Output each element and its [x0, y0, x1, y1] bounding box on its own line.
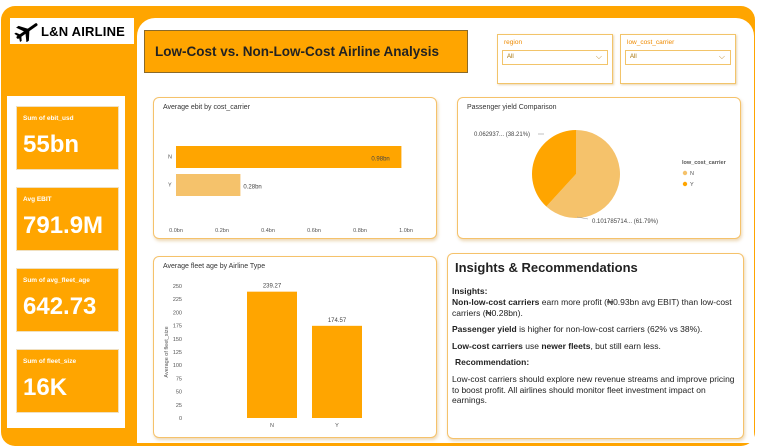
page-title: Low-Cost vs. Non-Low-Cost Airline Analys…: [155, 44, 440, 59]
kpi-card-fleet-age[interactable]: Sum of avg_fleet_age 642.73: [16, 268, 119, 332]
logo-text: L&N AIRLINE: [41, 23, 126, 39]
insight-bold: Non-low-cost carriers: [452, 296, 540, 307]
kpi-column: Sum of ebit_usd 55bn Avg EBIT 791.9M Sum…: [7, 96, 125, 428]
ebit-chart: N 0.98bn Y 0.28bn 0.0bn 0.2bn 0.4bn 0.6bn 0.8bn 1…: [168, 146, 413, 234]
insight-yield: Passenger yield is higher for non-low-co…: [452, 324, 739, 335]
insight-bold: newer fleets: [541, 340, 591, 351]
insights-panel: Insights & Recommendations Insights: Non…: [447, 253, 744, 439]
recommendation-text: Low-cost carriers should explore new rev…: [452, 374, 735, 406]
slicer-title: low_cost_carrier: [627, 39, 675, 46]
bar: [247, 291, 297, 418]
insight-text: is higher for non-low-cost carriers (62%…: [516, 324, 703, 335]
y-tick-label: 50: [176, 390, 182, 396]
slice-label: 0.062937... (38.21%): [474, 132, 530, 138]
y-tick-label: 200: [173, 310, 182, 316]
y-tick-label: 75: [176, 376, 182, 382]
chevron-down-icon: ⌵: [718, 52, 725, 61]
kpi-card-avg-ebit[interactable]: Avg EBIT 791.9M: [16, 187, 119, 251]
chevron-down-icon: ⌵: [595, 52, 602, 61]
kpi-label: Sum of ebit_usd: [23, 115, 74, 122]
insight-fleet: Low-cost carriers use newer fleets, but …: [452, 341, 739, 352]
region-dropdown[interactable]: All ⌵: [502, 50, 608, 65]
y-tick-label: 175: [173, 324, 182, 330]
y-tick-label: 250: [173, 284, 182, 290]
data-label: 174.57: [328, 318, 347, 324]
legend-label: Y: [690, 182, 694, 188]
dropdown-value: All: [630, 54, 637, 60]
insights-heading: Insights:: [452, 286, 488, 297]
kpi-card-ebit-sum[interactable]: Sum of ebit_usd 55bn: [16, 106, 119, 170]
data-label: 239.27: [263, 284, 282, 290]
region-slicer[interactable]: region All ⌵: [497, 34, 613, 84]
slice-label: 0.101785714... (61.79%): [592, 219, 658, 225]
insight-bold: Low-cost carriers: [452, 340, 523, 351]
data-label: 0.28bn: [243, 185, 261, 191]
recommendation-heading: Recommendation:: [455, 357, 530, 368]
kpi-label: Sum of fleet_size: [23, 358, 77, 365]
yield-chart-card[interactable]: Passenger yield Comparison 0.101785714..…: [457, 97, 741, 239]
category-label: N: [168, 154, 172, 160]
kpi-value: 55bn: [23, 131, 80, 158]
data-label: 0.98bn: [371, 157, 389, 163]
dropdown-value: All: [507, 54, 514, 60]
x-tick-label: N: [270, 423, 274, 429]
bar: [176, 146, 402, 168]
x-tick-label: 0.8bn: [353, 228, 367, 234]
insights-title: Insights & Recommendations: [455, 260, 638, 275]
legend-marker: [682, 181, 688, 187]
kpi-value: 642.73: [23, 293, 97, 320]
category-label: Y: [168, 182, 172, 188]
kpi-value: 791.9M: [23, 212, 104, 239]
fleet-chart-card[interactable]: Average fleet age by Airline Type 0 25 50 7…: [153, 256, 437, 438]
insight-bold: Passenger yield: [452, 324, 517, 335]
insight-text: use: [522, 340, 542, 351]
x-tick-label: 0.2bn: [215, 228, 229, 234]
x-tick-label: 0.0bn: [169, 228, 183, 234]
kpi-label: Avg EBIT: [23, 196, 52, 203]
x-tick-label: 0.4bn: [261, 228, 275, 234]
kpi-label: Sum of avg_fleet_age: [23, 277, 90, 284]
x-tick-label: Y: [335, 423, 339, 429]
slicer-title: region: [504, 39, 523, 46]
y-tick-label: 0: [179, 416, 182, 422]
logo: L&N AIRLINE: [10, 18, 134, 44]
bar: [176, 174, 241, 196]
x-tick-label: 1.0bn: [399, 228, 413, 234]
bar: [312, 325, 362, 418]
airplane-icon: [14, 23, 38, 42]
legend-label: N: [690, 171, 694, 177]
fleet-chart: 0 25 50 75 100 125 150 175 200 225 250 Average of f…: [164, 284, 362, 429]
low-cost-carrier-dropdown[interactable]: All ⌵: [625, 50, 731, 65]
kpi-value: 16K: [23, 374, 68, 401]
insight-profit: Non-low-cost carriers earn more profit (…: [452, 297, 739, 318]
low-cost-carrier-slicer[interactable]: low_cost_carrier All ⌵: [620, 34, 736, 84]
y-tick-label: 100: [173, 363, 182, 369]
y-tick-label: 25: [176, 403, 182, 409]
kpi-card-fleet-size[interactable]: Sum of fleet_size 16K: [16, 349, 119, 413]
legend-title: low_cost_carrier: [682, 160, 727, 166]
x-tick-label: 0.6bn: [307, 228, 321, 234]
page-title-box: Low-Cost vs. Non-Low-Cost Airline Analys…: [144, 30, 468, 73]
legend-marker: [682, 170, 688, 176]
y-tick-label: 125: [173, 350, 182, 356]
y-tick-label: 150: [173, 337, 182, 343]
yield-chart: 0.101785714... (61.79%) 0.062937... (38.2…: [474, 130, 727, 225]
insight-text: , but still earn less.: [590, 340, 661, 351]
ebit-chart-card[interactable]: Average ebit by cost_carrier N 0.98bn Y 0.2…: [153, 97, 437, 239]
y-tick-label: 225: [173, 297, 182, 303]
y-axis-label: Average of fleet_size: [164, 326, 170, 377]
